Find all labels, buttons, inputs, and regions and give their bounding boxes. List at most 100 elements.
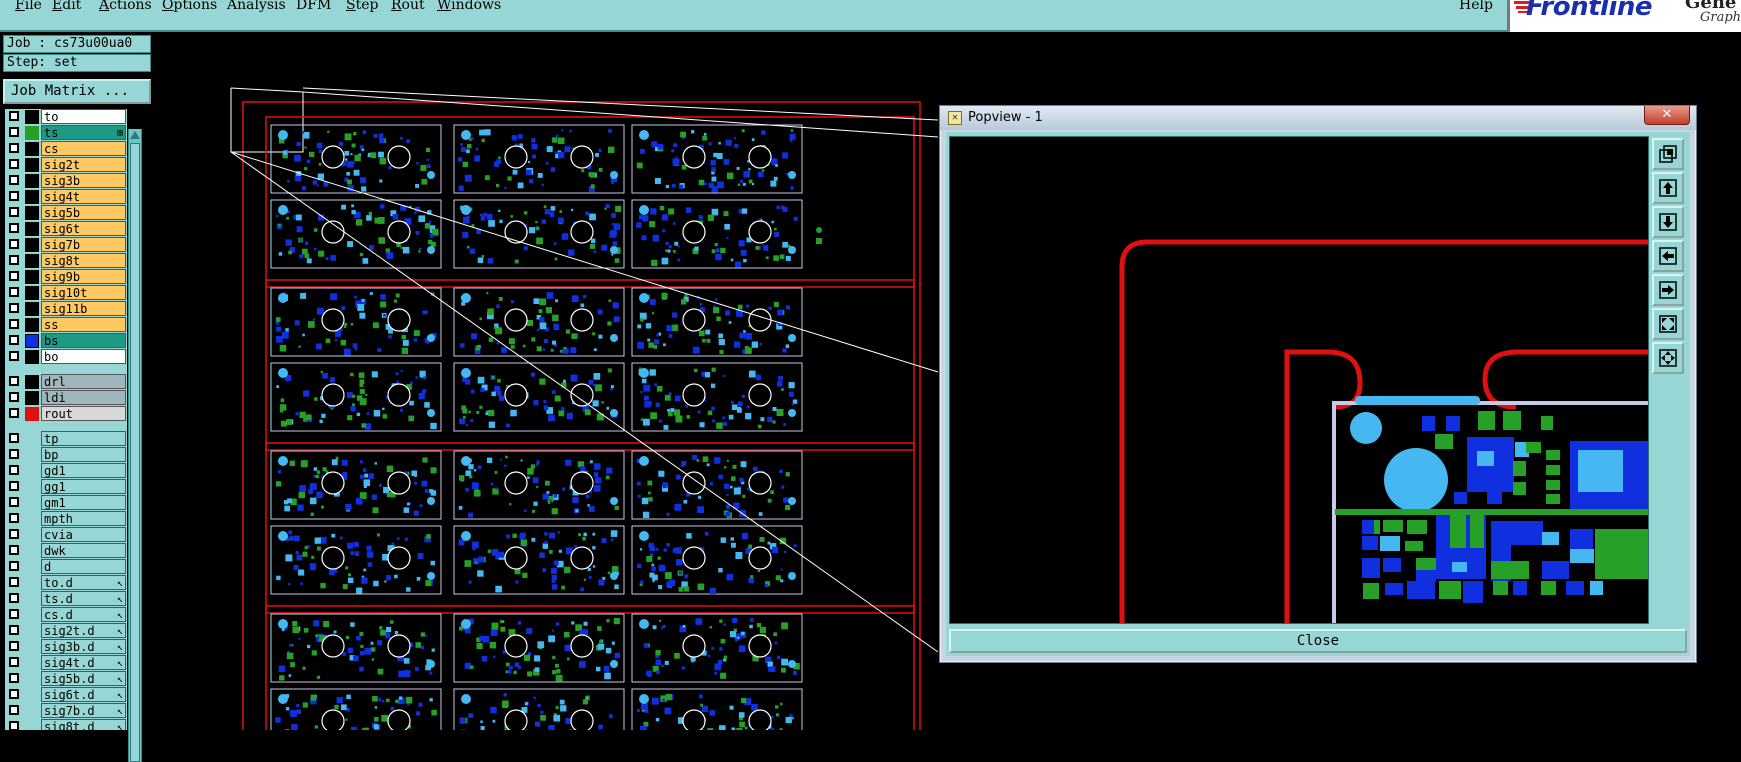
layer-row[interactable]: sig5b xyxy=(5,205,127,221)
layer-color-swatch[interactable] xyxy=(25,222,39,236)
layer-row[interactable]: bp xyxy=(5,447,127,463)
menu-help[interactable]: Help xyxy=(1459,0,1493,13)
popview-zoom-view[interactable] xyxy=(949,136,1649,624)
layer-color-swatch[interactable] xyxy=(25,334,39,348)
layer-color-swatch[interactable] xyxy=(25,110,39,124)
zoom-fit-button[interactable] xyxy=(1652,138,1684,170)
layer-color-swatch[interactable] xyxy=(25,158,39,172)
layer-row[interactable]: sig2t xyxy=(5,157,127,173)
layer-name[interactable]: drl xyxy=(41,374,126,389)
layer-checkbox[interactable] xyxy=(9,271,19,281)
layer-name[interactable]: cvia xyxy=(41,527,126,542)
layer-checkbox[interactable] xyxy=(9,127,19,137)
layer-name[interactable]: sig6t xyxy=(41,221,126,236)
layer-row[interactable]: to.d xyxy=(5,575,127,591)
layer-color-swatch[interactable] xyxy=(25,350,39,364)
layer-name[interactable]: ts⊞ xyxy=(41,125,126,140)
layer-checkbox[interactable] xyxy=(9,497,19,507)
layer-row[interactable]: sig5b.d xyxy=(5,671,127,687)
layer-row[interactable]: cs.d xyxy=(5,607,127,623)
layer-name[interactable]: to xyxy=(41,109,126,124)
layer-row[interactable]: sig9b xyxy=(5,269,127,285)
menu-analysis[interactable]: Analysis xyxy=(227,0,286,13)
layer-row[interactable]: ldi xyxy=(5,390,127,406)
layer-name[interactable]: sig2t xyxy=(41,157,126,172)
layer-checkbox[interactable] xyxy=(9,335,19,345)
zoom-all-button[interactable] xyxy=(1652,342,1684,374)
layer-color-swatch[interactable] xyxy=(25,206,39,220)
pan-up-button[interactable] xyxy=(1652,172,1684,204)
pan-left-button[interactable] xyxy=(1652,240,1684,272)
layer-list-scrollbar[interactable] xyxy=(128,129,142,762)
layer-row[interactable]: sig6t.d xyxy=(5,687,127,703)
layer-checkbox[interactable] xyxy=(9,159,19,169)
layer-row[interactable]: sig7b xyxy=(5,237,127,253)
layer-row[interactable]: d xyxy=(5,559,127,575)
layer-checkbox[interactable] xyxy=(9,641,19,651)
layer-checkbox[interactable] xyxy=(9,319,19,329)
layer-name[interactable]: cs.d xyxy=(41,607,126,622)
scrollbar-thumb[interactable] xyxy=(130,143,140,762)
layer-checkbox[interactable] xyxy=(9,449,19,459)
pan-right-button[interactable] xyxy=(1652,274,1684,306)
layer-row[interactable]: cs xyxy=(5,141,127,157)
close-button[interactable]: Close xyxy=(949,629,1687,653)
layer-name[interactable]: cs xyxy=(41,141,126,156)
menu-edit[interactable]: Edit xyxy=(52,0,81,13)
layer-row[interactable]: to xyxy=(5,109,127,125)
layer-name[interactable]: rout xyxy=(41,406,126,421)
layer-color-swatch[interactable] xyxy=(25,286,39,300)
layer-color-swatch[interactable] xyxy=(25,238,39,252)
layer-color-swatch[interactable] xyxy=(25,126,39,140)
layer-row[interactable]: drl xyxy=(5,374,127,390)
layer-checkbox[interactable] xyxy=(9,143,19,153)
layer-checkbox[interactable] xyxy=(9,465,19,475)
menu-actions[interactable]: Actions xyxy=(99,0,152,13)
layer-checkbox[interactable] xyxy=(9,689,19,699)
layer-checkbox[interactable] xyxy=(9,287,19,297)
layer-name[interactable]: sig8t xyxy=(41,253,126,268)
layer-name[interactable]: sig5b xyxy=(41,205,126,220)
layer-row[interactable]: bo xyxy=(5,349,127,365)
layer-row[interactable]: sig3b xyxy=(5,173,127,189)
layer-checkbox[interactable] xyxy=(9,625,19,635)
layer-name[interactable]: tp xyxy=(41,431,126,446)
zoom-home-button[interactable] xyxy=(1652,308,1684,340)
menu-dfm[interactable]: DFM xyxy=(296,0,331,13)
menu-step[interactable]: Step xyxy=(346,0,378,13)
layer-row[interactable]: ts.d xyxy=(5,591,127,607)
layer-checkbox[interactable] xyxy=(9,561,19,571)
job-matrix-button[interactable]: Job Matrix ... xyxy=(3,79,151,104)
layer-name[interactable]: gd1 xyxy=(41,463,126,478)
layer-color-swatch[interactable] xyxy=(25,407,39,421)
layer-row[interactable]: sig8t xyxy=(5,253,127,269)
pan-down-button[interactable] xyxy=(1652,206,1684,238)
layer-checkbox[interactable] xyxy=(9,207,19,217)
layer-name[interactable]: d xyxy=(41,559,126,574)
layer-checkbox[interactable] xyxy=(9,392,19,402)
layer-color-swatch[interactable] xyxy=(25,375,39,389)
layer-row[interactable]: sig7b.d xyxy=(5,703,127,719)
layer-row[interactable]: sig4t.d xyxy=(5,655,127,671)
layer-checkbox[interactable] xyxy=(9,433,19,443)
layer-name[interactable]: sig7b xyxy=(41,237,126,252)
layer-name[interactable]: sig4t xyxy=(41,189,126,204)
layer-row[interactable]: gd1 xyxy=(5,463,127,479)
layer-checkbox[interactable] xyxy=(9,705,19,715)
menu-rout[interactable]: Rout xyxy=(391,0,425,13)
layer-row[interactable]: cvia xyxy=(5,527,127,543)
layer-row[interactable]: tp xyxy=(5,431,127,447)
layer-name[interactable]: sig6t.d xyxy=(41,687,126,702)
layer-name[interactable]: bo xyxy=(41,349,126,364)
layer-color-swatch[interactable] xyxy=(25,302,39,316)
layer-checkbox[interactable] xyxy=(9,376,19,386)
layer-checkbox[interactable] xyxy=(9,303,19,313)
layer-checkbox[interactable] xyxy=(9,351,19,361)
menu-windows[interactable]: Windows xyxy=(437,0,501,13)
layer-checkbox[interactable] xyxy=(9,175,19,185)
layer-name[interactable]: gg1 xyxy=(41,479,126,494)
layer-row[interactable]: sig3b.d xyxy=(5,639,127,655)
layer-color-swatch[interactable] xyxy=(25,142,39,156)
layer-name[interactable]: sig2t.d xyxy=(41,623,126,638)
layer-checkbox[interactable] xyxy=(9,111,19,121)
